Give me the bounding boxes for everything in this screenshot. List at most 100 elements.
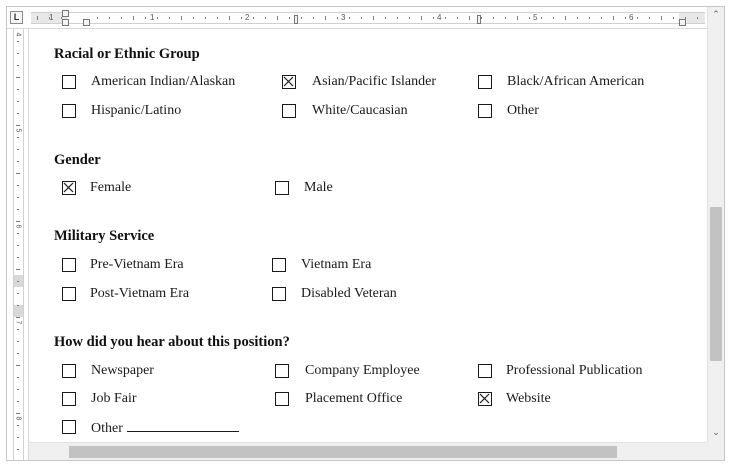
scrollbar-corner [707, 442, 724, 460]
vertical-ruler-tick [17, 329, 19, 330]
ruler-tick [673, 17, 674, 19]
option-label: Other [507, 103, 539, 118]
vertical-ruler-tick [17, 185, 19, 186]
ruler-tick [205, 17, 206, 19]
hanging-indent-marker[interactable] [83, 19, 90, 26]
checkbox-website[interactable] [478, 392, 492, 406]
vertical-ruler-tick [17, 41, 19, 42]
checkbox-company-employee[interactable] [275, 364, 289, 378]
option-label: Hispanic/Latino [91, 103, 182, 118]
ruler-number-1: 1 [150, 13, 155, 22]
vertical-ruler-tick [17, 305, 19, 306]
tab-stop-marker-1[interactable] [294, 15, 298, 24]
option-label: Female [90, 180, 132, 195]
ruler-tick [565, 16, 566, 20]
ruler-tick [193, 17, 194, 19]
checkbox-asian-pacific[interactable] [282, 75, 296, 89]
vertical-ruler-tick [17, 449, 19, 450]
ruler-tick [625, 17, 626, 19]
option-label: Pre-Vietnam Era [90, 257, 184, 272]
checkbox-pre-vietnam[interactable] [62, 258, 76, 272]
checkbox-vietnam[interactable] [272, 258, 286, 272]
option-label: Vietnam Era [301, 257, 372, 272]
right-indent-marker[interactable] [679, 19, 686, 26]
ruler-tick [277, 16, 278, 20]
option-label: Professional Publication [506, 363, 643, 378]
ruler-tick [109, 17, 110, 19]
ruler-tick [685, 17, 686, 19]
ruler-tick [157, 17, 158, 19]
ruler-tick [457, 17, 458, 19]
ruler-tick [649, 17, 650, 19]
horizontal-ruler[interactable]: L 1 1 2 3 4 5 6 [7, 7, 724, 29]
document-page[interactable]: Racial or Ethnic Group American Indian/A… [30, 30, 707, 443]
vertical-ruler-tick [17, 257, 19, 258]
option-label: Asian/Pacific Islander [312, 74, 437, 89]
checkbox-american-indian[interactable] [62, 75, 76, 89]
vertical-ruler-tick [17, 101, 19, 102]
vertical-ruler[interactable]: 4 5 6 7 8 [7, 29, 29, 460]
horizontal-scroll-thumb[interactable] [69, 446, 617, 458]
ruler-tick [325, 16, 326, 20]
vruler-number-4: 4 [14, 32, 22, 37]
first-line-indent-marker[interactable] [62, 19, 69, 26]
ruler-number-6: 6 [629, 13, 634, 22]
ruler-tick [133, 16, 134, 20]
scroll-down-icon[interactable]: ⌄ [708, 425, 724, 441]
checkbox-female[interactable] [62, 181, 76, 195]
checkbox-white[interactable] [282, 104, 296, 118]
ruler-tick [397, 17, 398, 19]
ruler-tick [421, 16, 422, 20]
checkbox-source-other[interactable] [62, 420, 76, 434]
ruler-tick [373, 16, 374, 20]
vertical-ruler-tick [17, 425, 19, 426]
checkbox-job-fair[interactable] [62, 392, 76, 406]
checkbox-male[interactable] [275, 181, 289, 195]
ruler-tick [229, 16, 230, 20]
option-label: Company Employee [305, 363, 420, 378]
vertical-ruler-tick [17, 281, 19, 282]
scroll-up-icon[interactable]: ⌃ [708, 7, 724, 23]
ruler-tick [505, 17, 506, 19]
ruler-tick [529, 17, 530, 19]
ruler-tick [61, 17, 62, 19]
tab-selector-button[interactable]: L [10, 11, 23, 24]
vertical-scrollbar[interactable]: ⌃ ⌄ [707, 7, 724, 443]
ruler-tick [181, 16, 182, 20]
vertical-ruler-tick [17, 89, 19, 90]
ruler-number-4: 4 [437, 13, 442, 22]
vertical-ruler-tick [17, 197, 19, 198]
checkbox-hispanic[interactable] [62, 104, 76, 118]
ruler-tick [289, 17, 290, 19]
vruler-number-7: 7 [14, 320, 22, 325]
checkbox-newspaper[interactable] [62, 364, 76, 378]
ruler-tick [337, 17, 338, 19]
checkmark-x-icon [283, 76, 294, 87]
other-write-in-line[interactable] [126, 419, 239, 432]
vertical-ruler-tick [17, 113, 19, 114]
option-label: White/Caucasian [312, 103, 408, 118]
vertical-ruler-tick [17, 233, 19, 234]
ruler-tick [433, 17, 434, 19]
checkbox-disabled-veteran[interactable] [272, 287, 286, 301]
checkbox-post-vietnam[interactable] [62, 287, 76, 301]
ruler-number-2: 2 [245, 13, 250, 22]
checkbox-placement-office[interactable] [275, 392, 289, 406]
checkbox-professional-publication[interactable] [478, 364, 492, 378]
vruler-number-8: 8 [14, 416, 22, 421]
vertical-ruler-tick [17, 161, 19, 162]
checkbox-race-other[interactable] [478, 104, 492, 118]
vertical-ruler-tick [16, 77, 20, 78]
vertical-ruler-tick [17, 149, 19, 150]
vertical-scroll-thumb[interactable] [710, 207, 722, 361]
checkmark-x-icon [63, 182, 74, 193]
left-indent-marker[interactable] [62, 10, 69, 17]
horizontal-scrollbar[interactable] [29, 442, 707, 460]
ruler-tick [301, 17, 302, 19]
ruler-tick [601, 17, 602, 19]
vertical-ruler-tick [17, 245, 19, 246]
ruler-tick [553, 17, 554, 19]
vertical-ruler-tick [17, 437, 19, 438]
checkbox-black-african[interactable] [478, 75, 492, 89]
ruler-tick [613, 16, 614, 20]
